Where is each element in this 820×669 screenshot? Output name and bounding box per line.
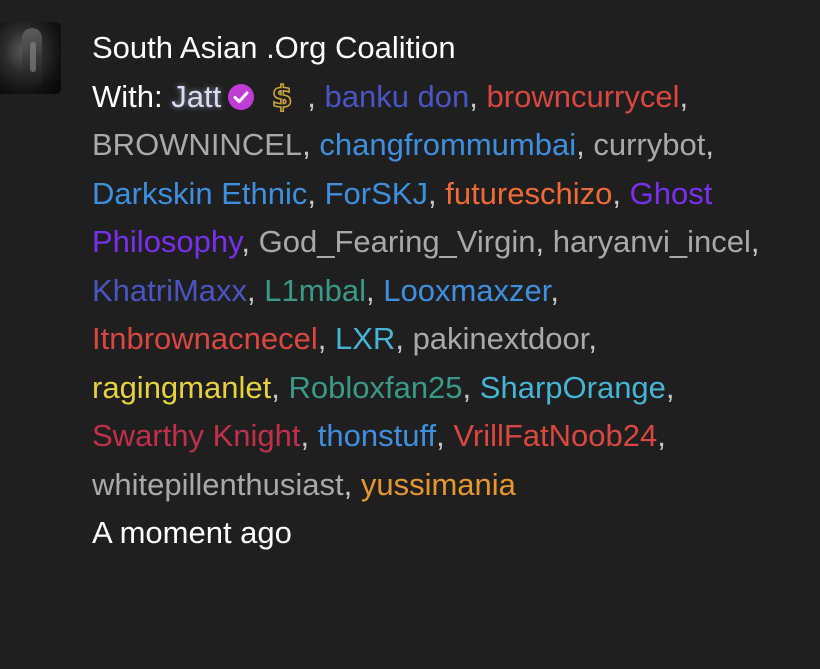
with-label: With: xyxy=(92,78,163,114)
separator: , xyxy=(395,321,404,356)
separator: , xyxy=(317,321,327,356)
avatar-highlight xyxy=(30,42,36,72)
participant-name[interactable]: changfrommumbai xyxy=(319,127,576,162)
separator: , xyxy=(365,272,375,308)
separator: , xyxy=(427,175,437,211)
separator: , xyxy=(241,224,250,259)
separator: , xyxy=(307,175,316,211)
participant-name[interactable]: Jatt xyxy=(171,79,221,114)
participant-name[interactable]: God_Fearing_Virgin xyxy=(259,224,536,259)
participant-name[interactable]: thonstuff xyxy=(318,418,436,453)
separator: , xyxy=(247,272,256,308)
separator: , xyxy=(535,224,545,259)
chat-info: South Asian .Org Coalition With: Jatt $ … xyxy=(92,24,792,558)
separator: , xyxy=(665,369,675,405)
separator: , xyxy=(657,418,666,453)
separator: , xyxy=(462,369,472,405)
separator: , xyxy=(343,466,353,502)
separator: , xyxy=(588,321,597,356)
participant-name[interactable]: Robloxfan25 xyxy=(288,370,462,405)
participant-name[interactable]: Itnbrownacnecel xyxy=(92,321,318,356)
separator: , xyxy=(612,175,621,211)
participant-name[interactable]: banku don xyxy=(324,79,469,114)
participant-name[interactable]: futureschizo xyxy=(445,176,612,211)
separator: , xyxy=(750,224,760,259)
separator: , xyxy=(679,78,689,114)
participant-name[interactable]: Swarthy Knight xyxy=(92,418,301,453)
participant-name[interactable]: haryanvi_incel xyxy=(553,224,751,259)
participant-name[interactable]: VrillFatNoob24 xyxy=(453,418,657,453)
participant-name[interactable]: LXR xyxy=(335,321,395,356)
participant-name[interactable]: whitepillenthusiast xyxy=(92,467,344,502)
participant-name[interactable]: browncurrycel xyxy=(487,79,680,114)
participant-list: With: Jatt $ , banku don, browncurrycel,… xyxy=(92,78,760,502)
dollar-icon: $ xyxy=(271,80,293,112)
timestamp: A moment ago xyxy=(92,515,292,550)
separator: , xyxy=(271,369,280,405)
chat-title[interactable]: South Asian .Org Coalition xyxy=(92,24,792,73)
svg-text:$: $ xyxy=(272,80,293,112)
separator: , xyxy=(302,127,311,162)
group-avatar[interactable] xyxy=(0,22,61,94)
participant-name[interactable]: Darkskin Ethnic xyxy=(92,176,307,211)
participant-names: banku don, browncurrycel, BROWNINCEL, ch… xyxy=(92,79,760,502)
separator: , xyxy=(300,418,310,453)
participant-name[interactable]: pakinextdoor xyxy=(413,321,589,356)
separator: , xyxy=(705,127,714,162)
participant-name[interactable]: ForSKJ xyxy=(325,176,428,211)
separator: , xyxy=(469,78,478,114)
participant-name[interactable]: Looxmaxzer xyxy=(383,273,550,308)
participant-name[interactable]: currybot xyxy=(593,127,705,162)
participant-name[interactable]: L1mbal xyxy=(264,273,366,308)
separator: , xyxy=(550,272,559,308)
separator: , xyxy=(436,418,445,453)
participant-name[interactable]: KhatriMaxx xyxy=(92,273,247,308)
participant-name[interactable]: yussimania xyxy=(361,467,516,502)
participant-name[interactable]: ragingmanlet xyxy=(92,370,271,405)
separator: , xyxy=(576,127,585,162)
check-badge-icon xyxy=(228,83,255,110)
participant-name[interactable]: SharpOrange xyxy=(480,370,666,405)
participant-name[interactable]: BROWNINCEL xyxy=(92,127,302,162)
